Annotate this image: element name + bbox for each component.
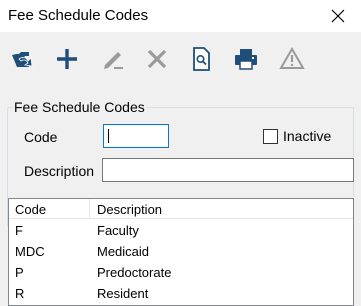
column-header-code[interactable]: Code	[15, 202, 46, 217]
close-button[interactable]	[315, 0, 361, 32]
column-divider[interactable]	[89, 199, 90, 219]
row-description: Medicaid	[97, 244, 150, 259]
preview-icon	[193, 47, 210, 71]
table-row[interactable]: MDC Medicaid	[9, 241, 353, 262]
text-caret	[108, 129, 109, 143]
close-icon	[331, 9, 345, 23]
description-input[interactable]	[102, 158, 354, 182]
edit-button[interactable]	[96, 42, 130, 76]
row-description: Resident	[97, 286, 149, 301]
delete-button[interactable]	[140, 42, 174, 76]
row-code: R	[15, 286, 25, 301]
row-code: P	[15, 265, 24, 280]
open-folder-icon	[12, 52, 33, 67]
table-row[interactable]: F Faculty	[9, 220, 353, 241]
table-row[interactable]: R Resident	[9, 283, 353, 304]
print-icon	[235, 49, 257, 70]
toolbar	[0, 35, 320, 85]
row-description: Predoctorate	[97, 265, 172, 280]
description-label: Description	[24, 163, 95, 179]
preview-button[interactable]	[184, 42, 218, 76]
code-label: Code	[24, 129, 58, 145]
table-row[interactable]: P Predoctorate	[9, 262, 353, 283]
add-button[interactable]	[50, 42, 84, 76]
open-button[interactable]	[6, 42, 40, 76]
edit-pencil-icon	[104, 52, 123, 69]
title-bar: Fee Schedule Codes	[0, 0, 361, 32]
inactive-label[interactable]: Inactive	[283, 128, 331, 144]
group-title: Fee Schedule Codes	[12, 99, 147, 115]
inactive-checkbox[interactable]	[263, 129, 278, 144]
row-description: Faculty	[97, 223, 139, 238]
window-client: Fee Schedule Codes Code Inactive Descrip…	[0, 32, 361, 306]
warning-icon	[279, 47, 305, 69]
row-code: F	[15, 223, 23, 238]
list-header: Code Description	[9, 199, 353, 219]
fee-schedule-list[interactable]: Code Description F Faculty MDC Medicaid …	[8, 198, 354, 306]
code-input[interactable]	[103, 124, 169, 148]
column-header-description[interactable]: Description	[97, 202, 162, 217]
row-code: MDC	[15, 244, 45, 259]
print-button[interactable]	[229, 42, 263, 76]
warning-button[interactable]	[275, 42, 309, 76]
window-title: Fee Schedule Codes	[8, 7, 149, 24]
delete-icon	[147, 49, 167, 69]
add-icon	[57, 49, 77, 69]
